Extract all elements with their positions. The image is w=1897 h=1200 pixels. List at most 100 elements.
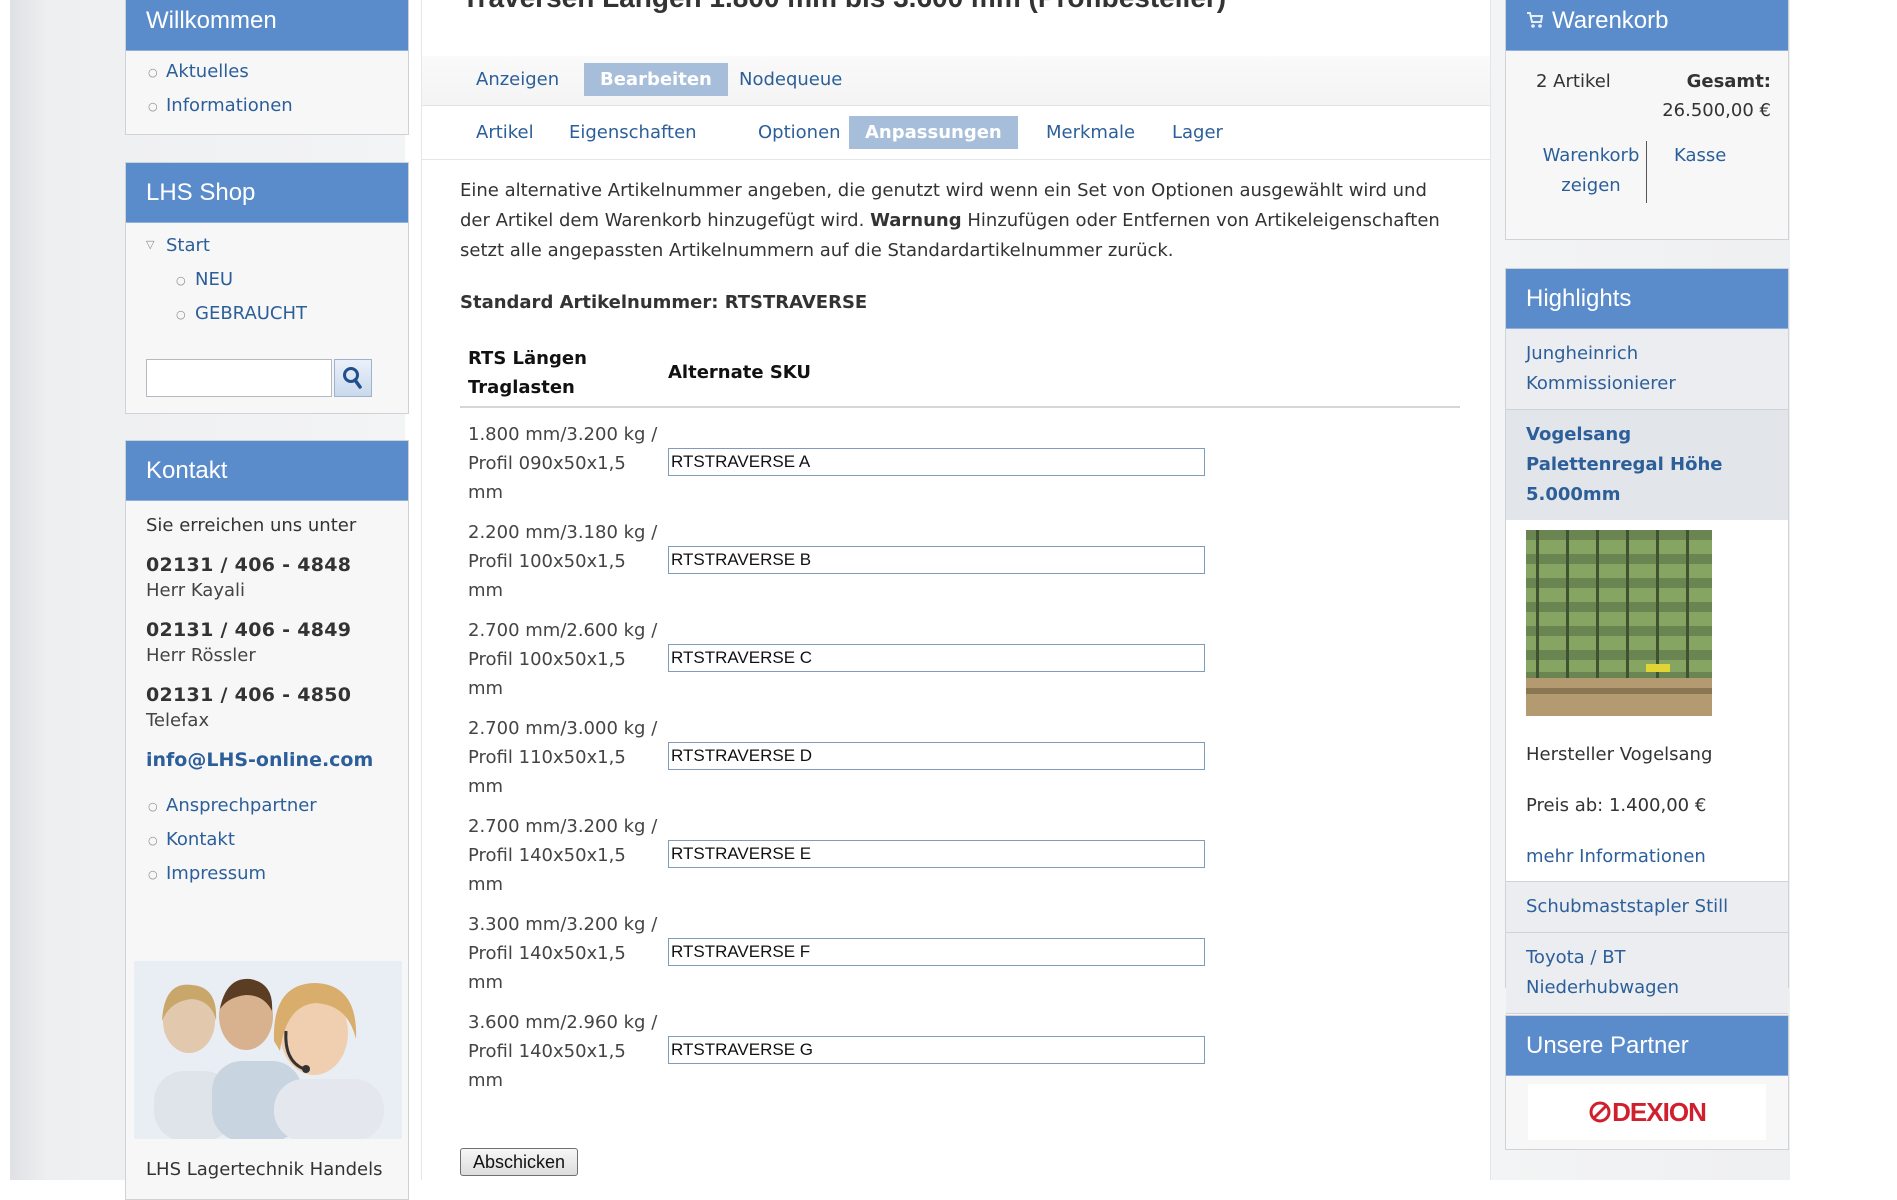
- highlight-item[interactable]: Toyota / BT Niederhubwagen: [1506, 933, 1788, 1014]
- search-form: [146, 359, 372, 397]
- row-label: 3.300 mm/3.200 kg / Profil 140x50x1,5 mm: [468, 914, 658, 993]
- subtab-artikel[interactable]: Artikel: [460, 116, 550, 149]
- checkout-link[interactable]: Kasse: [1674, 141, 1726, 171]
- contact-links: Ansprechpartner Kontakt Impressum: [126, 789, 408, 892]
- secondary-tabs: Artikel Eigenschaften Optionen Anpassung…: [422, 108, 1490, 160]
- highlights-title: Highlights: [1506, 269, 1788, 329]
- row-label: 2.700 mm/2.600 kg / Profil 100x50x1,5 mm: [468, 620, 658, 699]
- row-label: 1.800 mm/3.200 kg / Profil 090x50x1,5 mm: [468, 424, 658, 503]
- tab-nodequeue[interactable]: Nodequeue: [723, 63, 858, 96]
- row-label: 3.600 mm/2.960 kg / Profil 140x50x1,5 mm: [468, 1012, 658, 1091]
- highlight-details: Hersteller Vogelsang Preis ab: 1.400,00 …: [1506, 520, 1788, 882]
- show-cart-link[interactable]: Warenkorb zeigen: [1536, 141, 1646, 201]
- warning-label: Warnung: [870, 210, 962, 231]
- cart-title-text: Warenkorb: [1552, 7, 1669, 34]
- support-team-image: [134, 961, 402, 1139]
- search-button[interactable]: [334, 359, 372, 397]
- bullet-icon: ○: [176, 308, 186, 321]
- link-impressum[interactable]: Impressum: [126, 857, 408, 892]
- contact-block: Kontakt Sie erreichen uns unter 02131 / …: [125, 440, 409, 1200]
- link-informationen[interactable]: Informationen: [126, 89, 408, 124]
- highlight-item[interactable]: Schubmaststapler Still: [1506, 882, 1788, 933]
- shop-menu: ▽ Start ○ NEU ○ GEBRAUCHT: [126, 223, 408, 331]
- menu-neu[interactable]: ○ NEU: [126, 263, 408, 297]
- fax-number: 02131 / 406 - 4850: [146, 684, 352, 706]
- page-edge: [0, 0, 10, 1180]
- pallet-rack-image[interactable]: [1526, 530, 1712, 716]
- phone-number: 02131 / 406 - 4848: [146, 554, 352, 576]
- welcome-links: Aktuelles Informationen: [126, 51, 408, 124]
- alternate-sku-input[interactable]: [668, 546, 1205, 574]
- subtab-optionen[interactable]: Optionen: [742, 116, 857, 149]
- link-kontakt[interactable]: Kontakt: [126, 823, 408, 858]
- highlight-item[interactable]: Jungheinrich Kommissionierer: [1506, 329, 1788, 410]
- alternate-sku-input[interactable]: [668, 938, 1205, 966]
- link-ansprechpartner-text[interactable]: Ansprechpartner: [166, 795, 317, 816]
- link-aktuelles[interactable]: Aktuelles: [126, 55, 408, 90]
- alternate-sku-input[interactable]: [668, 644, 1205, 672]
- cart-count: 2 Artikel: [1536, 71, 1611, 92]
- menu-start-link[interactable]: Start: [166, 235, 210, 256]
- link-impressum-text[interactable]: Impressum: [166, 863, 266, 884]
- subtab-eigenschaften[interactable]: Eigenschaften: [553, 116, 713, 149]
- row-label: 2.700 mm/3.000 kg / Profil 110x50x1,5 mm: [468, 718, 658, 797]
- price: Preis ab: 1.400,00 €: [1526, 795, 1707, 816]
- link-informationen-text[interactable]: Informationen: [166, 95, 293, 116]
- cart-icon: [1527, 12, 1544, 28]
- highlight-item-active[interactable]: Vogelsang Palettenregal Höhe 5.000mm: [1506, 410, 1788, 520]
- description-text: Eine alternative Artikelnummer angeben, …: [460, 176, 1460, 266]
- submit-button[interactable]: Abschicken: [460, 1148, 579, 1176]
- table-row: 2.200 mm/3.180 kg / Profil 100x50x1,5 mm: [460, 514, 1460, 612]
- table-header: RTS Längen Traglasten Alternate SKU: [460, 342, 1460, 408]
- cart-divider: [1646, 141, 1647, 203]
- welcome-title: Willkommen: [126, 0, 408, 51]
- more-info-text[interactable]: mehr Informationen: [1526, 846, 1706, 867]
- highlight-link[interactable]: Toyota / BT Niederhubwagen: [1526, 947, 1679, 998]
- email-link[interactable]: info@LHS-online.com: [146, 749, 388, 771]
- alternate-sku-input[interactable]: [668, 742, 1205, 770]
- alternate-sku-input[interactable]: [668, 1036, 1205, 1064]
- highlights-block: Highlights Jungheinrich Kommissionierer …: [1505, 268, 1789, 1014]
- subtab-lager[interactable]: Lager: [1156, 116, 1239, 149]
- highlight-active-link[interactable]: Vogelsang Palettenregal Höhe 5.000mm: [1526, 424, 1722, 505]
- table-row: 1.800 mm/3.200 kg / Profil 090x50x1,5 mm: [460, 416, 1460, 514]
- right-edge: [1790, 0, 1897, 1180]
- search-input[interactable]: [146, 359, 332, 397]
- column-header-sku: Alternate SKU: [668, 362, 812, 383]
- alternate-sku-input[interactable]: [668, 448, 1205, 476]
- company-footer: LHS Lagertechnik Handels: [146, 1159, 383, 1180]
- phone-person: Herr Kayali: [146, 580, 246, 601]
- menu-gebraucht-link[interactable]: GEBRAUCHT: [195, 303, 307, 324]
- bullet-icon: ○: [176, 274, 186, 287]
- link-aktuelles-text[interactable]: Aktuelles: [166, 61, 249, 82]
- contact-body: Sie erreichen uns unter 02131 / 406 - 48…: [126, 501, 408, 783]
- pallet-rack-picture: [1526, 530, 1712, 716]
- main-content: Traversen Längen 1.800 mm bis 3.600 mm (…: [421, 0, 1491, 1180]
- highlight-link[interactable]: Schubmaststapler Still: [1526, 896, 1728, 917]
- dexion-logo[interactable]: DEXION: [1528, 1084, 1766, 1140]
- contact-intro: Sie erreichen uns unter: [146, 515, 357, 536]
- column-header-lengths: RTS Längen Traglasten: [468, 348, 587, 398]
- checkout-text[interactable]: Kasse: [1674, 145, 1726, 166]
- menu-gebraucht[interactable]: ○ GEBRAUCHT: [126, 297, 408, 331]
- alternate-sku-input[interactable]: [668, 840, 1205, 868]
- row-label: 2.200 mm/3.180 kg / Profil 100x50x1,5 mm: [468, 522, 658, 601]
- subtab-anpassungen[interactable]: Anpassungen: [849, 116, 1018, 149]
- show-cart-text[interactable]: Warenkorb zeigen: [1543, 145, 1640, 196]
- link-ansprechpartner[interactable]: Ansprechpartner: [126, 789, 408, 824]
- phone-person: Herr Rössler: [146, 645, 256, 666]
- subtab-merkmale[interactable]: Merkmale: [1030, 116, 1151, 149]
- link-kontakt-text[interactable]: Kontakt: [166, 829, 235, 850]
- search-icon: [343, 367, 362, 389]
- menu-neu-link[interactable]: NEU: [195, 269, 233, 290]
- menu-start[interactable]: ▽ Start: [126, 229, 408, 263]
- page-title: Traversen Längen 1.800 mm bis 3.600 mm (…: [462, 0, 1226, 14]
- highlight-link[interactable]: Jungheinrich Kommissionierer: [1526, 343, 1676, 394]
- more-info-link[interactable]: mehr Informationen: [1526, 846, 1768, 867]
- tab-bearbeiten[interactable]: Bearbeiten: [584, 63, 728, 96]
- manufacturer: Hersteller Vogelsang: [1526, 744, 1713, 765]
- shop-title: LHS Shop: [126, 163, 408, 223]
- tab-anzeigen[interactable]: Anzeigen: [460, 63, 575, 96]
- table-row: 2.700 mm/3.000 kg / Profil 110x50x1,5 mm: [460, 710, 1460, 808]
- dexion-logo-text: DEXION: [1612, 1096, 1707, 1127]
